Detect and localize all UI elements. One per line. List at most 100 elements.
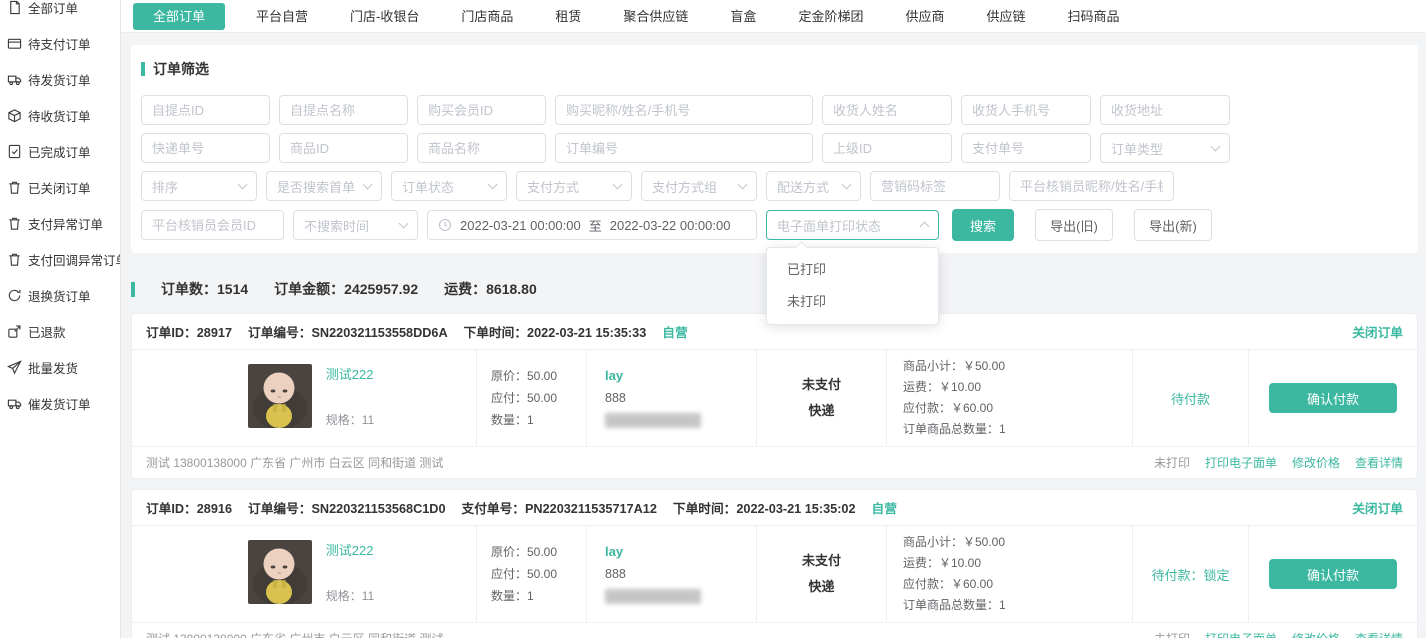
document-icon: [7, 0, 22, 15]
search-button[interactable]: 搜索: [952, 209, 1014, 241]
delivery-method: 快递: [808, 398, 834, 424]
order-filter-panel: 订单筛选 订单类型: [131, 45, 1418, 253]
sidebar-item-pending-shipment[interactable]: 待发货订单: [0, 61, 120, 97]
product-name-input[interactable]: [417, 133, 546, 163]
chevron-up-icon: [920, 222, 930, 232]
print-ewaybill-link[interactable]: 打印电子面单: [1205, 630, 1277, 638]
original-price: 原价：50.00: [491, 541, 586, 563]
view-details-link[interactable]: 查看详情: [1355, 630, 1403, 638]
payment-status-column: 未支付 快递: [757, 350, 887, 446]
sidebar-item-pending-payment[interactable]: 待支付订单: [0, 25, 120, 61]
tab-blind-box[interactable]: 盲盒: [709, 0, 777, 33]
buyer-member-id-input[interactable]: [417, 95, 546, 125]
pickup-point-name-input[interactable]: [279, 95, 408, 125]
chevron-down-icon: [488, 180, 498, 190]
sidebar-item-refunded[interactable]: 已退款: [0, 313, 120, 349]
confirm-payment-button[interactable]: 确认付款: [1269, 383, 1397, 413]
product-image[interactable]: [248, 364, 312, 428]
payment-method-select[interactable]: 支付方式: [516, 171, 632, 201]
platform-verifier-member-id-input[interactable]: [141, 210, 284, 240]
ewaybill-print-status-select[interactable]: 电子面单打印状态: [766, 210, 939, 240]
order-type-select[interactable]: 订单类型: [1100, 133, 1230, 163]
sidebar-item-label: 待发货订单: [28, 70, 91, 89]
sidebar-item-payment-callback-exception[interactable]: 支付回调异常订单: [0, 241, 120, 277]
delivery-method-select[interactable]: 配送方式: [766, 171, 861, 201]
tab-all-orders[interactable]: 全部订单: [133, 3, 225, 30]
sidebar-item-batch-shipment[interactable]: 批量发货: [0, 349, 120, 385]
tab-supplier[interactable]: 供应商: [884, 0, 965, 33]
sidebar-item-pending-receipt[interactable]: 待收货订单: [0, 97, 120, 133]
tracking-number-input[interactable]: [141, 133, 270, 163]
no-search-time-select[interactable]: 不搜索时间: [293, 210, 418, 240]
product-image[interactable]: [248, 540, 312, 604]
sidebar-item-urge-shipment[interactable]: 催发货订单: [0, 385, 120, 421]
consignee-name-input[interactable]: [822, 95, 952, 125]
print-ewaybill-link[interactable]: 打印电子面单: [1205, 454, 1277, 471]
tab-supply-chain[interactable]: 供应链: [965, 0, 1046, 33]
sidebar-item-label: 已退款: [28, 322, 66, 341]
platform-verifier-name-input[interactable]: [1009, 171, 1174, 201]
truck-icon: [7, 72, 22, 87]
filter-row-4: 不搜索时间 2022-03-21 00:00:00 至 2022-03-22 0…: [141, 209, 1412, 241]
tab-store-cashier[interactable]: 门店-收银台: [329, 0, 440, 33]
buyer-phone-blurred: [605, 413, 701, 428]
print-status-text: 未打印: [1154, 454, 1190, 471]
tab-store-goods[interactable]: 门店商品: [440, 0, 534, 33]
sidebar-menu: 全部订单 待支付订单 待发货订单 待收货订单 已完成订单 已关闭订单: [0, 0, 120, 421]
view-details-link[interactable]: 查看详情: [1355, 454, 1403, 471]
first-order-select[interactable]: 是否搜索首单: [266, 171, 382, 201]
buyer-nickname-input[interactable]: [555, 95, 813, 125]
product-id-input[interactable]: [279, 133, 408, 163]
section-accent-bar: [131, 282, 135, 297]
order-sn: 订单编号：SN220321153568C1D0: [248, 498, 445, 517]
confirm-payment-button[interactable]: 确认付款: [1269, 559, 1397, 589]
export-new-button[interactable]: 导出(新): [1134, 209, 1212, 241]
order-card-header: 订单ID：28916 订单编号：SN220321153568C1D0 支付单号：…: [132, 490, 1417, 526]
print-status-dropdown: 已打印 未打印: [766, 247, 939, 325]
tab-platform-self-operated[interactable]: 平台自营: [235, 0, 329, 33]
export-old-button[interactable]: 导出(旧): [1035, 209, 1113, 241]
sidebar-item-return-exchange[interactable]: 退换货订单: [0, 277, 120, 313]
modify-price-link[interactable]: 修改价格: [1292, 454, 1340, 471]
footer-actions: 未打印 打印电子面单 修改价格 查看详情: [1154, 454, 1403, 471]
marketing-code-tag-input[interactable]: [870, 171, 1000, 201]
date-start: 2022-03-21 00:00:00: [460, 218, 581, 233]
order-status-select[interactable]: 订单状态: [391, 171, 507, 201]
share-arrow-icon: [7, 324, 22, 339]
sidebar-item-label: 支付回调异常订单: [28, 250, 121, 269]
order-id: 订单ID：28916: [146, 498, 232, 517]
date-range-picker[interactable]: 2022-03-21 00:00:00 至 2022-03-22 00:00:0…: [427, 210, 757, 240]
delivery-address-input[interactable]: [1100, 95, 1230, 125]
trash-icon: [7, 252, 22, 267]
refresh-icon: [7, 288, 22, 303]
pickup-point-id-input[interactable]: [141, 95, 270, 125]
total-goods-qty: 订单商品总数量：1: [903, 595, 1132, 616]
consignee-address: 测试 13800138000 广东省 广州市 白云区 同和街道 测试: [146, 454, 443, 471]
sidebar-item-closed-orders[interactable]: 已关闭订单: [0, 169, 120, 205]
buyer-id: 888: [605, 391, 756, 405]
payable-price: 应付：50.00: [491, 387, 586, 409]
tab-scan-code-goods[interactable]: 扫码商品: [1046, 0, 1140, 33]
sidebar-item-payment-exception[interactable]: 支付异常订单: [0, 205, 120, 241]
tab-aggregated-supply-chain[interactable]: 聚合供应链: [602, 0, 709, 33]
sort-select[interactable]: 排序: [141, 171, 257, 201]
product-name-link[interactable]: 测试222: [326, 364, 374, 383]
sidebar-item-all-orders[interactable]: 全部订单: [0, 0, 120, 25]
product-name-link[interactable]: 测试222: [326, 540, 374, 559]
dropdown-option-printed[interactable]: 已打印: [767, 254, 938, 286]
action-column: 确认付款: [1249, 350, 1417, 446]
payment-sn-input[interactable]: [961, 133, 1091, 163]
filter-section-title: 订单筛选: [141, 59, 1412, 79]
modify-price-link[interactable]: 修改价格: [1292, 630, 1340, 638]
dropdown-option-unprinted[interactable]: 未打印: [767, 286, 938, 318]
sidebar-item-completed-orders[interactable]: 已完成订单: [0, 133, 120, 169]
consignee-phone-input[interactable]: [961, 95, 1091, 125]
sidebar-item-label: 退换货订单: [28, 286, 91, 305]
tab-deposit-ladder-group[interactable]: 定金阶梯团: [777, 0, 884, 33]
superior-id-input[interactable]: [822, 133, 952, 163]
close-order-link[interactable]: 关闭订单: [1352, 322, 1403, 341]
tab-rental[interactable]: 租赁: [534, 0, 602, 33]
order-sn-input[interactable]: [555, 133, 813, 163]
close-order-link[interactable]: 关闭订单: [1352, 498, 1403, 517]
payment-method-group-select[interactable]: 支付方式组: [641, 171, 757, 201]
